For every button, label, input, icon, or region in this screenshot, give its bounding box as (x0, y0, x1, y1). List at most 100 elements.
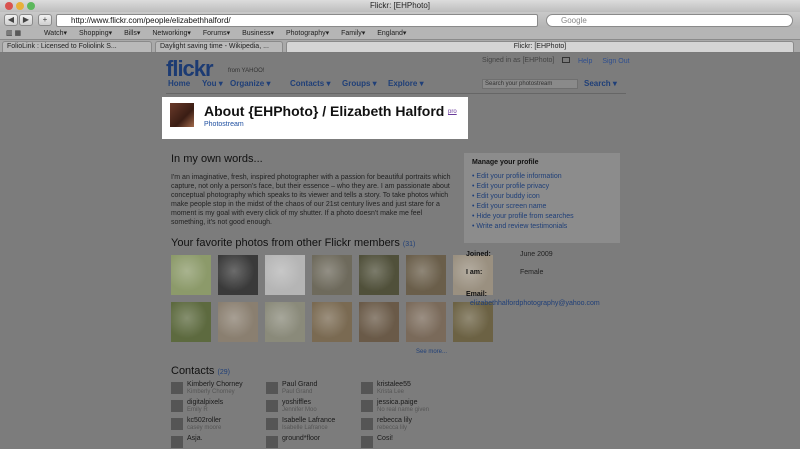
contact-avatar[interactable] (171, 418, 183, 430)
close-window-icon[interactable] (5, 2, 13, 10)
contact-avatar[interactable] (361, 400, 373, 412)
contact-item[interactable]: digitalpixels Emily R (171, 399, 266, 417)
favorite-photo[interactable] (312, 255, 352, 295)
favorite-photo[interactable] (218, 255, 258, 295)
address-bar[interactable]: http://www.flickr.com/people/elizabethha… (56, 14, 538, 27)
contact-avatar[interactable] (171, 400, 183, 412)
see-more-link[interactable]: See more... (416, 349, 447, 355)
favorite-photo[interactable] (406, 302, 446, 342)
zoom-window-icon[interactable] (27, 2, 35, 10)
contact-name[interactable]: kristalee55 (377, 381, 411, 388)
contact-avatar[interactable] (361, 436, 373, 448)
favorite-photo[interactable] (265, 255, 305, 295)
contact-name[interactable]: digitalpixels (187, 399, 223, 406)
nav-groups[interactable]: Groups ▾ (342, 79, 377, 88)
contact-avatar[interactable] (361, 418, 373, 430)
tab-wikipedia[interactable]: Daylight saving time - Wikipedia, ... (155, 41, 283, 52)
contact-name[interactable]: rebecca lily (377, 417, 412, 424)
favorites-count[interactable]: (31) (403, 241, 415, 248)
bookmark-forums[interactable]: Forums▾ (203, 28, 230, 39)
mail-icon[interactable] (562, 57, 570, 63)
contact-avatar[interactable] (266, 400, 278, 412)
email-link[interactable]: elizabethhalfordphotography@yahoo.com (470, 300, 600, 307)
favorite-photo[interactable] (312, 302, 352, 342)
browser-search-input[interactable]: Google (546, 14, 793, 27)
contact-item[interactable]: jessica.paige No real name given (361, 399, 456, 417)
contact-item[interactable]: rebecca lily rebecca lily (361, 417, 456, 435)
favorite-photo[interactable] (359, 255, 399, 295)
contact-name[interactable]: Asja. (187, 435, 203, 442)
bookmark-watch[interactable]: Watch▾ (44, 28, 67, 39)
nav-contacts[interactable]: Contacts ▾ (290, 79, 330, 88)
contact-item[interactable]: kristalee55 Krista Lee (361, 381, 456, 399)
bookmark-networking[interactable]: Networking▾ (152, 28, 191, 39)
pro-badge[interactable]: pro (448, 109, 457, 115)
url-text: http://www.flickr.com/people/elizabethha… (71, 16, 231, 25)
bookmark-bills[interactable]: Bills▾ (124, 28, 140, 39)
nav-organize[interactable]: Organize ▾ (230, 79, 270, 88)
contact-real-name: Kimberly Chorney (187, 389, 235, 395)
favorite-photo[interactable] (265, 302, 305, 342)
forward-button[interactable]: ▶ (19, 14, 33, 26)
photostream-search-input[interactable]: Search your photostream (482, 79, 578, 89)
contact-item[interactable]: Paul Grand Paul Grand (266, 381, 361, 399)
contact-name[interactable]: Paul Grand (282, 381, 317, 388)
edit-profile-info-link[interactable]: • Edit your profile information (472, 172, 612, 182)
contact-avatar[interactable] (171, 382, 183, 394)
contact-avatar[interactable] (266, 436, 278, 448)
contact-name[interactable]: ground*floor (282, 435, 320, 442)
contact-name[interactable]: jessica.paige (377, 399, 417, 406)
avatar[interactable] (170, 103, 194, 127)
favorite-photo[interactable] (406, 255, 446, 295)
hide-profile-link[interactable]: • Hide your profile from searches (472, 212, 612, 222)
sign-out-link[interactable]: Sign Out (602, 58, 629, 65)
contact-avatar[interactable] (171, 436, 183, 448)
favorite-photo[interactable] (171, 302, 211, 342)
photostream-link[interactable]: Photostream (204, 121, 244, 128)
bookmark-family[interactable]: Family▾ (341, 28, 365, 39)
contact-item[interactable]: Isabelle Lafrance Isabelle Lafrance (266, 417, 361, 435)
nav-explore[interactable]: Explore ▾ (388, 79, 424, 88)
contact-name[interactable]: Kimberly Chorney (187, 381, 243, 388)
nav-home[interactable]: Home (168, 79, 190, 88)
testimonials-link[interactable]: • Write and review testimonials (472, 222, 612, 232)
edit-profile-privacy-link[interactable]: • Edit your profile privacy (472, 182, 612, 192)
add-bookmark-button[interactable]: + (38, 14, 52, 26)
help-link[interactable]: Help (578, 58, 592, 65)
favorite-photo[interactable] (453, 302, 493, 342)
contact-name[interactable]: kc502roller (187, 417, 221, 424)
tab-flickr[interactable]: Flickr: [EHPhoto] (286, 41, 794, 52)
contact-avatar[interactable] (266, 382, 278, 394)
contact-avatar[interactable] (266, 418, 278, 430)
nav-you[interactable]: You ▾ (202, 79, 223, 88)
contacts-count[interactable]: (29) (217, 369, 229, 376)
bookmark-photography[interactable]: Photography▾ (286, 28, 329, 39)
bookmarks-icon[interactable]: ▥ ▦ (6, 28, 42, 39)
search-button[interactable]: Search ▾ (584, 79, 617, 88)
flickr-logo-text: flickr (166, 56, 214, 81)
bookmark-shopping[interactable]: Shopping▾ (79, 28, 112, 39)
contact-real-name: Emily R (187, 407, 208, 413)
contact-item[interactable]: Cosi! (361, 435, 456, 449)
favorite-photo[interactable] (359, 302, 399, 342)
contact-avatar[interactable] (361, 382, 373, 394)
contact-item[interactable]: ground*floor (266, 435, 361, 449)
back-button[interactable]: ◀ (4, 14, 18, 26)
contact-item[interactable]: yoshiffles Jennifer Moo (266, 399, 361, 417)
contact-name[interactable]: Isabelle Lafrance (282, 417, 335, 424)
bookmark-england[interactable]: England▾ (377, 28, 406, 39)
contact-name[interactable]: yoshiffles (282, 399, 311, 406)
favorite-photo[interactable] (171, 255, 211, 295)
favorite-photo[interactable] (218, 302, 258, 342)
contact-item[interactable]: Kimberly Chorney Kimberly Chorney (171, 381, 266, 399)
edit-buddy-icon-link[interactable]: • Edit your buddy icon (472, 192, 612, 202)
minimize-window-icon[interactable] (16, 2, 24, 10)
contact-item[interactable]: kc502roller casey moore (171, 417, 266, 435)
edit-screen-name-link[interactable]: • Edit your screen name (472, 202, 612, 212)
header-divider (166, 93, 626, 94)
contact-real-name: No real name given (377, 407, 430, 413)
bookmark-business[interactable]: Business▾ (242, 28, 274, 39)
contact-item[interactable]: Asja. (171, 435, 266, 449)
tab-foliolink[interactable]: FolioLink : Licensed to Foliolink S... (2, 41, 152, 52)
contact-name[interactable]: Cosi! (377, 435, 393, 442)
